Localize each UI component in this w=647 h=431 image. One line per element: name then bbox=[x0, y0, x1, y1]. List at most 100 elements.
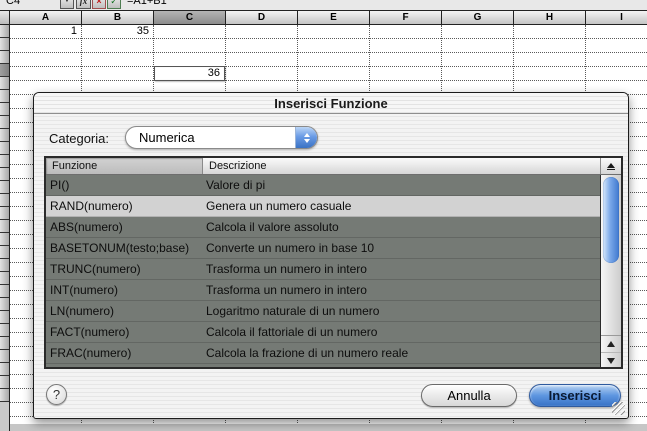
cell-C4[interactable]: 36 bbox=[154, 66, 225, 81]
function-description: Calcola la frazione di un numero reale bbox=[206, 343, 408, 364]
row-header-23[interactable] bbox=[0, 311, 9, 324]
row-header-5[interactable] bbox=[0, 77, 9, 90]
function-row[interactable]: BASETONUM(testo;base)Converte un numero … bbox=[46, 238, 600, 259]
resize-grip[interactable] bbox=[612, 402, 625, 415]
row-header-22[interactable] bbox=[0, 298, 9, 311]
row-header-16[interactable] bbox=[0, 220, 9, 233]
row-header-8[interactable] bbox=[0, 116, 9, 129]
function-name: LN(numero) bbox=[50, 301, 114, 322]
function-description: Trasforma un numero in intero bbox=[206, 259, 367, 280]
row-header-11[interactable] bbox=[0, 155, 9, 168]
gridline-horizontal bbox=[10, 80, 647, 81]
row-header-15[interactable] bbox=[0, 207, 9, 220]
function-name: PI() bbox=[50, 175, 69, 196]
cell-B1[interactable]: 35 bbox=[82, 25, 153, 38]
formula-bar: C4 ▼ fx × ✓ =A1+B1 bbox=[0, 0, 647, 10]
row-header-18[interactable] bbox=[0, 246, 9, 259]
function-description: Calcola il valore assoluto bbox=[206, 217, 339, 238]
function-row[interactable]: PI() Valore di pi bbox=[46, 175, 600, 196]
column-header-D[interactable]: D bbox=[226, 11, 298, 24]
function-description: Genera un numero casuale bbox=[206, 196, 351, 217]
scroll-down-button[interactable] bbox=[601, 352, 621, 368]
row-header-3[interactable] bbox=[0, 51, 9, 64]
function-icon[interactable]: fx bbox=[76, 0, 91, 9]
sort-button[interactable] bbox=[600, 158, 621, 174]
arrow-up-icon bbox=[607, 341, 615, 347]
cancel-button[interactable]: Annulla bbox=[421, 384, 517, 407]
column-header-funzione[interactable]: Funzione bbox=[46, 158, 203, 174]
column-header-G[interactable]: G bbox=[442, 11, 514, 24]
list-scrollbar[interactable] bbox=[600, 175, 621, 367]
row-header-19[interactable] bbox=[0, 259, 9, 272]
column-header-C[interactable]: C bbox=[154, 11, 226, 24]
cancel-entry-icon[interactable]: × bbox=[92, 0, 106, 9]
row-header-7[interactable] bbox=[0, 103, 9, 116]
app-window: C4 ▼ fx × ✓ =A1+B1 ABCDEFGHI 135 36 Inser… bbox=[0, 0, 647, 431]
row-header-1[interactable] bbox=[0, 25, 9, 38]
row-header-13[interactable] bbox=[0, 181, 9, 194]
gridline-horizontal bbox=[10, 52, 647, 53]
column-headers: ABCDEFGHI bbox=[10, 10, 647, 25]
row-header-12[interactable] bbox=[0, 168, 9, 181]
function-description: Logaritmo naturale di un numero bbox=[206, 301, 379, 322]
row-header-24[interactable] bbox=[0, 324, 9, 337]
row-header-26[interactable] bbox=[0, 350, 9, 363]
column-header-I[interactable]: I bbox=[586, 11, 647, 24]
function-row[interactable]: RAND(numero)Genera un numero casuale bbox=[46, 196, 600, 217]
function-description: Calcola la radice quadrata di un numero bbox=[206, 364, 419, 367]
scroll-up-button[interactable] bbox=[601, 336, 621, 352]
gridline-horizontal bbox=[10, 66, 647, 67]
list-header: Funzione Descrizione bbox=[46, 158, 621, 175]
sheet-corner-cell bbox=[0, 10, 10, 25]
category-value: Numerica bbox=[139, 127, 195, 148]
insert-button[interactable]: Inserisci bbox=[529, 384, 621, 407]
cell-reference[interactable]: C4 bbox=[6, 0, 20, 7]
function-name: FACT(numero) bbox=[50, 322, 129, 343]
help-button[interactable]: ? bbox=[46, 384, 67, 405]
function-row[interactable]: FRAC(numero) Calcola la frazione di un nu… bbox=[46, 343, 600, 364]
cell-A1[interactable]: 1 bbox=[10, 25, 81, 38]
function-description: Trasforma un numero in intero bbox=[206, 280, 367, 301]
scrollbar-thumb[interactable] bbox=[603, 177, 619, 263]
dialog-titlebar[interactable]: Inserisci Funzione bbox=[34, 93, 628, 114]
row-header-25[interactable] bbox=[0, 337, 9, 350]
row-header-27[interactable] bbox=[0, 363, 9, 376]
function-description: Valore di pi bbox=[206, 175, 265, 196]
function-row[interactable]: LN(numero) Logaritmo naturale di un numer… bbox=[46, 301, 600, 322]
popup-arrows-icon bbox=[295, 127, 317, 148]
function-row[interactable]: ABS(numero) Calcola il valore assoluto bbox=[46, 217, 600, 238]
column-header-F[interactable]: F bbox=[370, 11, 442, 24]
function-description: Converte un numero in base 10 bbox=[206, 238, 374, 259]
row-header-4[interactable] bbox=[0, 64, 9, 77]
column-header-E[interactable]: E bbox=[298, 11, 370, 24]
column-header-A[interactable]: A bbox=[10, 11, 82, 24]
function-name: ABS(numero) bbox=[50, 217, 123, 238]
function-row[interactable]: FACT(numero)Calcola il fattoriale di un … bbox=[46, 322, 600, 343]
chevron-down-icon[interactable]: ▼ bbox=[60, 0, 74, 9]
category-popup[interactable]: Numerica bbox=[125, 126, 318, 149]
row-header-29[interactable] bbox=[0, 389, 9, 402]
function-row[interactable]: INT(numero) Trasforma un numero in intero bbox=[46, 280, 600, 301]
accept-entry-icon[interactable]: ✓ bbox=[107, 0, 121, 9]
function-rows: PI() Valore di piRAND(numero)Genera un nu… bbox=[46, 175, 600, 367]
row-header-6[interactable] bbox=[0, 90, 9, 103]
function-name: FRAC(numero) bbox=[50, 343, 131, 364]
row-header-17[interactable] bbox=[0, 233, 9, 246]
dialog-title: Inserisci Funzione bbox=[34, 93, 628, 114]
function-name: SQRT(numero) bbox=[50, 364, 132, 367]
column-header-descrizione[interactable]: Descrizione bbox=[203, 158, 600, 174]
column-header-H[interactable]: H bbox=[514, 11, 586, 24]
function-row[interactable]: TRUNC(numero) Trasforma un numero in inte… bbox=[46, 259, 600, 280]
function-name: INT(numero) bbox=[50, 280, 118, 301]
function-row[interactable]: SQRT(numero) Calcola la radice quadrata d… bbox=[46, 364, 600, 367]
row-header-2[interactable] bbox=[0, 38, 9, 51]
function-name: TRUNC(numero) bbox=[50, 259, 141, 280]
formula-input[interactable]: =A1+B1 bbox=[127, 0, 167, 7]
row-header-28[interactable] bbox=[0, 376, 9, 389]
row-header-20[interactable] bbox=[0, 272, 9, 285]
row-header-9[interactable] bbox=[0, 129, 9, 142]
row-header-10[interactable] bbox=[0, 142, 9, 155]
row-header-14[interactable] bbox=[0, 194, 9, 207]
column-header-B[interactable]: B bbox=[82, 11, 154, 24]
row-header-21[interactable] bbox=[0, 285, 9, 298]
